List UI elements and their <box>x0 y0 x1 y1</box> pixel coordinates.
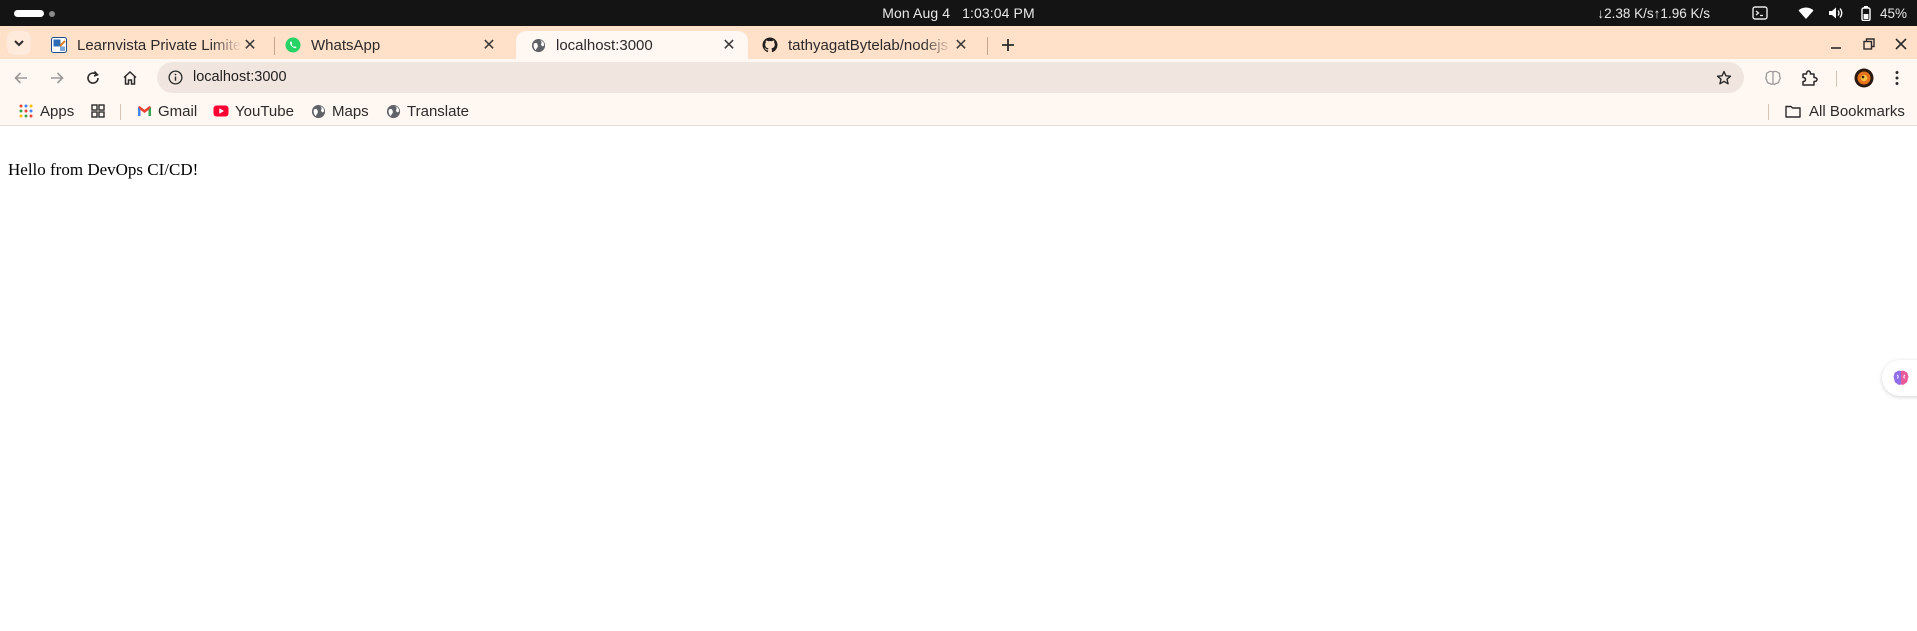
omnibox[interactable]: localhost:3000 <box>157 62 1744 93</box>
menu-button[interactable] <box>1886 67 1908 89</box>
tab-learnvista[interactable]: Learnvista Private Limite ✕ <box>37 31 269 59</box>
system-tray[interactable]: ↓2.38 K/s↑1.96 K/s 45% <box>1597 4 1907 22</box>
bookmark-label: Maps <box>332 102 369 120</box>
close-icon[interactable]: ✕ <box>952 36 970 54</box>
tab-groups-button[interactable] <box>90 101 112 121</box>
close-icon[interactable]: ✕ <box>241 36 259 54</box>
folder-icon <box>1785 103 1801 119</box>
learnvista-favicon <box>51 37 67 53</box>
bookmark-star-icon[interactable] <box>1714 68 1734 88</box>
kebab-menu-icon <box>1895 71 1899 85</box>
network-speed: ↓2.38 K/s↑1.96 K/s <box>1597 5 1710 21</box>
bookmark-label: YouTube <box>235 102 294 120</box>
brain-icon <box>1893 370 1909 385</box>
toolbar-separator <box>1836 71 1837 87</box>
close-icon <box>1895 38 1907 50</box>
globe-icon <box>385 103 401 119</box>
new-tab-button[interactable] <box>996 33 1020 57</box>
all-bookmarks-button[interactable]: All Bookmarks <box>1785 101 1905 121</box>
gmail-icon <box>136 103 152 119</box>
whatsapp-icon <box>285 37 301 53</box>
tab-title: WhatsApp <box>311 36 381 54</box>
close-icon[interactable]: ✕ <box>720 36 738 54</box>
page-message: Hello from DevOps CI/CD! <box>8 160 199 179</box>
bookmark-youtube[interactable]: YouTube <box>213 101 294 121</box>
bookmark-gmail[interactable]: Gmail <box>136 101 197 121</box>
arrow-right-icon <box>51 72 64 84</box>
extensions-puzzle-icon[interactable] <box>1798 67 1820 89</box>
bookmark-maps[interactable]: Maps <box>310 101 369 121</box>
chevron-down-icon <box>14 40 24 47</box>
brain-extension-icon[interactable] <box>1762 67 1784 89</box>
clock-time: 1:03:04 PM <box>962 5 1035 21</box>
arrow-left-icon <box>14 72 27 84</box>
bookmark-apps[interactable]: Apps <box>18 101 74 121</box>
back-button[interactable] <box>9 66 33 90</box>
globe-icon <box>530 37 546 53</box>
close-window-button[interactable] <box>1890 34 1912 54</box>
volume-icon[interactable] <box>1826 4 1846 22</box>
url-text[interactable]: localhost:3000 <box>193 69 287 85</box>
bookmark-separator <box>1768 104 1769 120</box>
minimize-icon <box>1831 47 1841 49</box>
reload-icon <box>87 70 99 84</box>
profile-avatar[interactable] <box>1853 67 1875 89</box>
minimize-button[interactable] <box>1825 34 1847 54</box>
home-icon <box>123 70 137 85</box>
tab-search-button[interactable] <box>7 31 31 55</box>
site-info-icon[interactable] <box>167 69 184 86</box>
clock-date: Mon Aug 4 <box>882 5 951 21</box>
page-viewport: Hello from DevOps CI/CD! <box>0 126 1917 631</box>
tab-title: localhost:3000 <box>556 36 653 54</box>
tab-groups-icon <box>90 103 106 119</box>
terminal-icon[interactable] <box>1750 4 1770 22</box>
tab-strip: Learnvista Private Limite ✕ WhatsApp ✕ l… <box>0 26 1917 59</box>
bookmark-separator <box>120 104 121 120</box>
youtube-icon <box>213 103 229 119</box>
bookmark-label: Gmail <box>158 102 198 120</box>
globe-icon <box>310 103 326 119</box>
battery-icon[interactable] <box>1856 4 1876 22</box>
bookmark-label: Apps <box>40 102 75 120</box>
plus-icon <box>1002 39 1014 51</box>
tab-separator <box>987 37 988 55</box>
restore-button[interactable] <box>1858 34 1880 54</box>
tab-localhost[interactable]: localhost:3000 ✕ <box>516 31 748 59</box>
github-icon <box>762 37 778 53</box>
forward-button[interactable] <box>45 66 69 90</box>
tab-title: tathyagatBytelab/nodejs <box>788 36 949 54</box>
wifi-icon[interactable] <box>1796 4 1816 22</box>
tab-title: Learnvista Private Limite <box>77 36 241 54</box>
os-top-bar: Mon Aug 4 1:03:04 PM ↓2.38 K/s↑1.96 K/s 4… <box>0 0 1917 26</box>
bookmarks-bar: Apps Gmail YouTube Maps Translate All Bo… <box>0 95 1917 126</box>
apps-grid-icon <box>18 103 34 119</box>
restore-icon <box>1863 38 1875 50</box>
tab-whatsapp[interactable]: WhatsApp ✕ <box>271 31 508 59</box>
bookmark-label: Translate <box>407 102 469 120</box>
side-panel-extension-button[interactable] <box>1882 360 1917 396</box>
bookmark-translate[interactable]: Translate <box>385 101 469 121</box>
home-button[interactable] <box>118 66 142 90</box>
close-icon[interactable]: ✕ <box>480 36 498 54</box>
reload-button[interactable] <box>81 66 105 90</box>
tab-github[interactable]: tathyagatBytelab/nodejs ✕ <box>748 31 980 59</box>
browser-toolbar: localhost:3000 <box>0 59 1917 95</box>
all-bookmarks-label: All Bookmarks <box>1809 102 1905 120</box>
battery-percent: 45% <box>1879 5 1907 21</box>
